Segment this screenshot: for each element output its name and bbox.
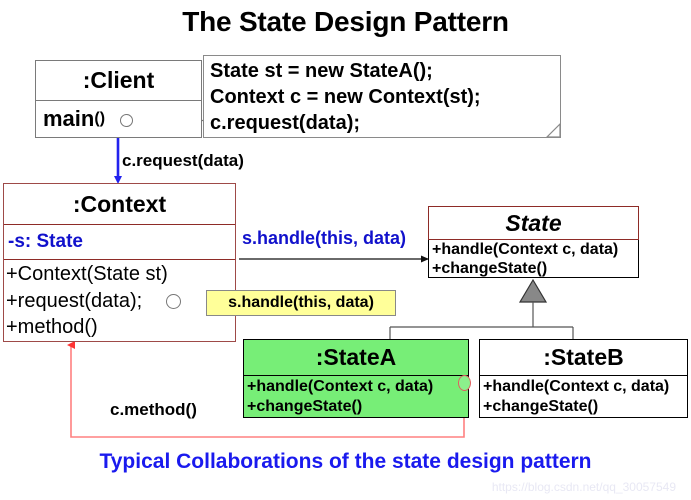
- message-label-context-to-state: s.handle(this, data): [242, 228, 407, 248]
- watermark: https://blog.csdn.net/qq_30057549: [491, 480, 676, 494]
- code-note: State st = new StateA(); Context c = new…: [203, 55, 561, 138]
- class-operations-statea: +handle(Context c, data) +changeState(): [244, 376, 468, 418]
- operation-main-parens: (): [94, 110, 106, 127]
- operation-stateb-changestate: +changeState(): [483, 398, 599, 416]
- class-box-context[interactable]: :Context -s: State +Context(State st) +r…: [3, 183, 236, 342]
- code-note-line-1: State st = new StateA();: [210, 60, 433, 82]
- statea-lollipop-interface-icon: [458, 375, 471, 391]
- class-attribute-context: -s: State: [4, 225, 235, 260]
- class-operations-client: main(): [36, 101, 201, 137]
- class-box-stateb[interactable]: :StateB +handle(Context c, data) +change…: [479, 339, 688, 418]
- operation-statea-handle: +handle(Context c, data): [247, 378, 434, 395]
- context-lollipop-interface-icon: [166, 294, 181, 309]
- note-fold-corner-icon: [546, 123, 561, 138]
- client-lollipop-interface-icon: [120, 114, 133, 127]
- generalization-triangle: [518, 278, 548, 303]
- operation-state-handle: +handle(Context c, data): [432, 241, 619, 258]
- uml-diagram-canvas: The State Design Pattern :Client main() …: [0, 0, 691, 500]
- operation-context-request: +request(data);: [6, 289, 143, 312]
- class-box-state[interactable]: State +handle(Context c, data) +changeSt…: [427, 205, 639, 278]
- class-name-client: :Client: [36, 61, 201, 101]
- page-title: The State Design Pattern: [182, 6, 509, 37]
- code-note-line-2: Context c = new Context(st);: [210, 86, 481, 108]
- message-label-client-to-context: c.request(data): [122, 151, 244, 170]
- class-operations-context: +Context(State st) +request(data); +meth…: [4, 260, 235, 341]
- operation-statea-changestate: +changeState(): [247, 398, 363, 416]
- operation-main: main: [43, 106, 95, 131]
- class-operations-state: +handle(Context c, data) +changeState(): [429, 240, 638, 278]
- class-name-state: State: [429, 207, 638, 240]
- operation-context-ctor: +Context(State st): [6, 263, 168, 285]
- message-label-statea-to-context: c.method(): [110, 400, 197, 419]
- operation-context-method: +method(): [6, 316, 98, 339]
- operation-state-changestate: +changeState(): [432, 260, 548, 278]
- class-operations-stateb: +handle(Context c, data) +changeState(): [480, 376, 687, 418]
- generalization-connector: [389, 278, 574, 340]
- class-name-context: :Context: [4, 184, 235, 225]
- operation-stateb-handle: +handle(Context c, data): [483, 378, 670, 395]
- class-name-stateb: :StateB: [480, 340, 687, 376]
- class-box-client[interactable]: :Client main(): [35, 60, 202, 138]
- yellow-note: s.handle(this, data): [206, 290, 396, 316]
- diagram-caption: Typical Collaborations of the state desi…: [99, 450, 592, 473]
- class-box-statea[interactable]: :StateA +handle(Context c, data) +change…: [243, 339, 469, 418]
- class-name-statea: :StateA: [244, 340, 468, 376]
- code-note-line-3: c.request(data);: [210, 112, 361, 134]
